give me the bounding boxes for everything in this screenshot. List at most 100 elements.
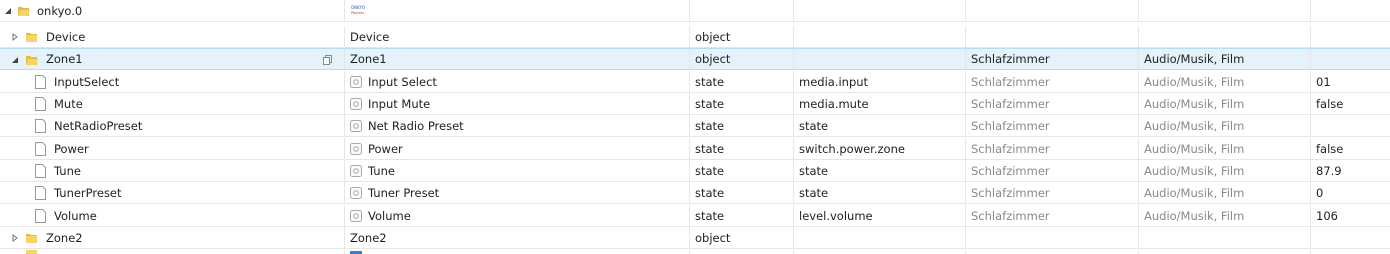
root-name: onkyo.0 bbox=[37, 3, 83, 18]
tree-row-state[interactable]: InputSelect Input Select state media.inp… bbox=[0, 71, 1390, 93]
object-function: Audio/Musik, Film bbox=[1144, 163, 1245, 178]
object-label: Tuner Preset bbox=[368, 185, 440, 200]
collapse-icon[interactable] bbox=[3, 6, 13, 16]
object-label: Net Radio Preset bbox=[368, 118, 464, 133]
object-role: state bbox=[799, 163, 829, 178]
object-label: Power bbox=[368, 141, 403, 156]
folder-icon bbox=[26, 234, 37, 243]
object-id: NetRadioPreset bbox=[54, 118, 143, 133]
object-room: Schlafzimmer bbox=[971, 163, 1050, 178]
file-icon bbox=[35, 75, 46, 89]
object-function: Audio/Musik, Film bbox=[1144, 52, 1245, 66]
object-function: Audio/Musik, Film bbox=[1144, 185, 1245, 200]
object-type: object bbox=[695, 230, 731, 245]
tree-row-partial bbox=[0, 250, 1390, 254]
tree-row-root[interactable]: onkyo.0 ONKYO Pioneer bbox=[0, 0, 1390, 22]
file-icon bbox=[35, 209, 46, 223]
object-label: Zone2 bbox=[350, 230, 387, 245]
object-function: Audio/Musik, Film bbox=[1144, 208, 1245, 223]
state-icon bbox=[350, 97, 362, 110]
object-type: state bbox=[695, 141, 725, 156]
object-id: Mute bbox=[54, 96, 83, 111]
copy-icon[interactable] bbox=[322, 54, 334, 66]
object-type: state bbox=[695, 118, 725, 133]
collapse-icon[interactable] bbox=[10, 55, 20, 65]
object-id: Tune bbox=[54, 163, 81, 178]
state-icon bbox=[350, 209, 362, 222]
object-role: switch.power.zone bbox=[799, 141, 905, 156]
object-value[interactable]: false bbox=[1316, 97, 1343, 111]
object-role: media.mute bbox=[799, 96, 869, 111]
tree-row-state[interactable]: Volume Volume state level.volume Schlafz… bbox=[0, 205, 1390, 227]
object-function: Audio/Musik, Film bbox=[1144, 118, 1245, 133]
object-id: Zone2 bbox=[46, 230, 83, 245]
tree-row-device[interactable]: Device Device object bbox=[0, 26, 1390, 48]
tree-row-zone2[interactable]: Zone2 Zone2 object bbox=[0, 227, 1390, 249]
folder-icon bbox=[26, 250, 37, 254]
folder-open-icon bbox=[26, 56, 38, 65]
object-room: Schlafzimmer bbox=[971, 118, 1050, 133]
expand-icon[interactable] bbox=[10, 32, 20, 42]
folder-open-icon bbox=[18, 7, 30, 16]
object-function: Audio/Musik, Film bbox=[1144, 74, 1245, 89]
tree-row-state[interactable]: Tune Tune state state Schlafzimmer Audio… bbox=[0, 160, 1390, 182]
tree-row-state[interactable]: Mute Input Mute state media.mute Schlafz… bbox=[0, 93, 1390, 115]
object-label: Tune bbox=[368, 163, 395, 178]
tree-row-state[interactable]: NetRadioPreset Net Radio Preset state st… bbox=[0, 115, 1390, 137]
tree-row-state[interactable]: TunerPreset Tuner Preset state state Sch… bbox=[0, 182, 1390, 204]
object-room: Schlafzimmer bbox=[971, 52, 1050, 66]
expand-icon[interactable] bbox=[10, 233, 20, 243]
object-type: state bbox=[695, 96, 725, 111]
object-id: Zone1 bbox=[46, 52, 83, 66]
state-icon bbox=[350, 119, 362, 132]
object-role: level.volume bbox=[799, 208, 873, 223]
object-function: Audio/Musik, Film bbox=[1144, 141, 1245, 156]
svg-text:ONKYO: ONKYO bbox=[351, 5, 365, 10]
object-type: object bbox=[695, 52, 731, 66]
object-value[interactable]: 106 bbox=[1316, 209, 1338, 223]
object-label: Input Select bbox=[368, 74, 437, 89]
state-icon bbox=[350, 186, 362, 199]
object-function: Audio/Musik, Film bbox=[1144, 96, 1245, 111]
file-icon bbox=[35, 119, 46, 133]
object-value[interactable]: 87.9 bbox=[1316, 164, 1342, 178]
state-icon bbox=[350, 75, 362, 88]
file-icon bbox=[35, 97, 46, 111]
tree-row-state[interactable]: Power Power state switch.power.zone Schl… bbox=[0, 138, 1390, 160]
object-room: Schlafzimmer bbox=[971, 96, 1050, 111]
tree-row-zone1[interactable]: Zone1 Zone1 object Schlafzimmer Audio/Mu… bbox=[0, 48, 1390, 70]
folder-icon bbox=[26, 33, 37, 42]
object-label: Device bbox=[350, 29, 390, 44]
file-icon bbox=[35, 164, 46, 178]
object-role: state bbox=[799, 118, 829, 133]
object-id: InputSelect bbox=[54, 74, 120, 89]
object-value[interactable]: 0 bbox=[1316, 186, 1323, 200]
object-id: TunerPreset bbox=[54, 185, 122, 200]
label-cell: ONKYO Pioneer bbox=[344, 0, 689, 21]
object-label: Input Mute bbox=[368, 96, 431, 111]
object-type: state bbox=[695, 163, 725, 178]
object-value[interactable]: false bbox=[1316, 142, 1343, 156]
name-cell: onkyo.0 bbox=[0, 0, 344, 21]
object-value[interactable]: 01 bbox=[1316, 75, 1331, 89]
object-room: Schlafzimmer bbox=[971, 141, 1050, 156]
object-room: Schlafzimmer bbox=[971, 74, 1050, 89]
object-role: media.input bbox=[799, 74, 869, 89]
object-role: state bbox=[799, 185, 829, 200]
svg-text:Pioneer: Pioneer bbox=[351, 11, 365, 15]
object-id: Device bbox=[46, 29, 86, 44]
file-icon bbox=[35, 142, 46, 156]
state-icon bbox=[350, 142, 362, 155]
object-room: Schlafzimmer bbox=[971, 208, 1050, 223]
object-type: object bbox=[695, 29, 731, 44]
state-icon bbox=[350, 164, 362, 177]
object-type: state bbox=[695, 208, 725, 223]
onkyo-logo: ONKYO Pioneer bbox=[350, 3, 368, 18]
object-id: Power bbox=[54, 141, 89, 156]
object-label: Volume bbox=[368, 208, 411, 223]
object-type: state bbox=[695, 185, 725, 200]
object-tree: onkyo.0 ONKYO Pioneer Device Device obje… bbox=[0, 0, 1390, 254]
object-id: Volume bbox=[54, 208, 97, 223]
file-icon bbox=[35, 186, 46, 200]
object-room: Schlafzimmer bbox=[971, 185, 1050, 200]
